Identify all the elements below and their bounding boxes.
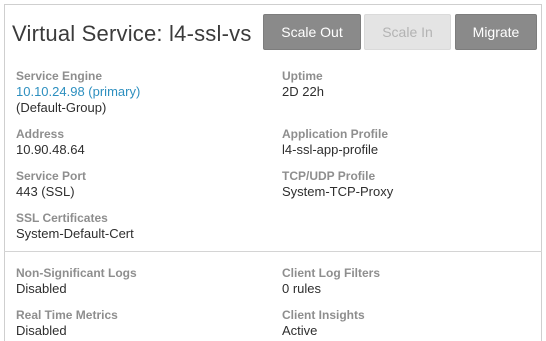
uptime-label: Uptime (282, 69, 323, 83)
client-insights-label: Client Insights (282, 308, 365, 322)
uptime-value: 2D 22h (282, 84, 324, 99)
address-field: Address 10.90.48.64 (16, 127, 85, 158)
real-time-metrics-value: Disabled (16, 323, 67, 338)
scale-in-button[interactable]: Scale In (364, 14, 451, 50)
tcp-udp-profile-value: System-TCP-Proxy (282, 184, 394, 199)
migrate-button[interactable]: Migrate (455, 14, 537, 50)
address-label: Address (16, 127, 65, 141)
tcp-udp-profile-field: TCP/UDP Profile System-TCP-Proxy (282, 169, 393, 200)
client-insights-value: Active (282, 323, 318, 338)
address-value: 10.90.48.64 (16, 142, 85, 157)
page-title: Virtual Service: l4-ssl-vs (12, 21, 252, 46)
ssl-certificates-field: SSL Certificates System-Default-Cert (16, 211, 134, 242)
service-engine-link[interactable]: 10.10.24.98 (primary) (16, 84, 140, 100)
client-log-filters-label: Client Log Filters (282, 266, 381, 280)
application-profile-field: Application Profile l4-ssl-app-profile (282, 127, 388, 158)
section-divider (4, 251, 542, 252)
client-insights-field: Client Insights Active (282, 308, 365, 339)
ssl-certificates-label: SSL Certificates (16, 211, 108, 225)
non-significant-logs-field: Non-Significant Logs Disabled (16, 266, 137, 297)
application-profile-value: l4-ssl-app-profile (282, 142, 379, 157)
service-port-value: 443 (SSL) (16, 184, 75, 199)
service-port-field: Service Port 443 (SSL) (16, 169, 86, 200)
application-profile-label: Application Profile (282, 127, 389, 141)
uptime-field: Uptime 2D 22h (282, 69, 324, 100)
non-significant-logs-label: Non-Significant Logs (16, 266, 137, 280)
scale-out-button[interactable]: Scale Out (263, 14, 361, 50)
service-port-label: Service Port (16, 169, 87, 183)
ssl-certificates-value: System-Default-Cert (16, 226, 134, 241)
non-significant-logs-value: Disabled (16, 281, 67, 296)
service-engine-label: Service Engine (16, 69, 103, 83)
client-log-filters-value: 0 rules (282, 281, 322, 296)
service-engine-field: Service Engine 10.10.24.98 (primary) (De… (16, 69, 140, 116)
tcp-udp-profile-label: TCP/UDP Profile (282, 169, 376, 183)
real-time-metrics-label: Real Time Metrics (16, 308, 118, 322)
client-log-filters-field: Client Log Filters 0 rules (282, 266, 380, 297)
real-time-metrics-field: Real Time Metrics Disabled (16, 308, 118, 339)
service-engine-group: (Default-Group) (16, 100, 107, 115)
